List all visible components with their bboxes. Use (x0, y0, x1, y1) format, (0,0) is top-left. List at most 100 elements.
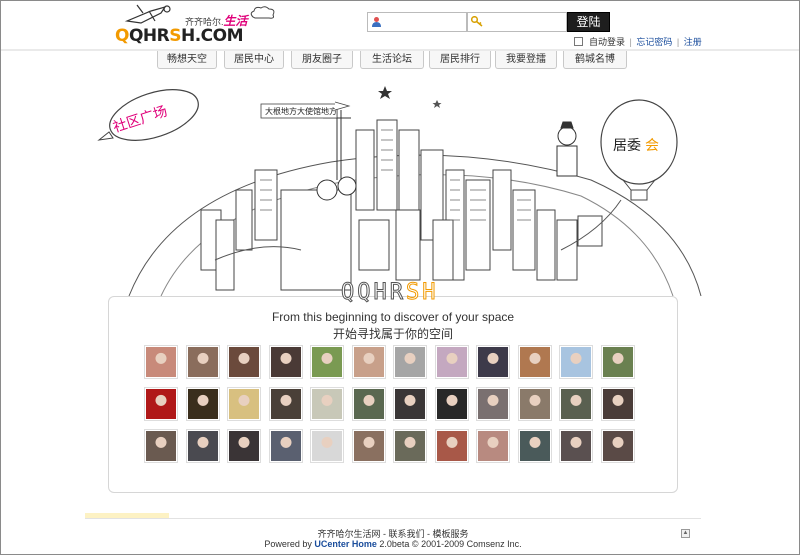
user-avatar[interactable] (476, 387, 510, 421)
avatar-image (229, 347, 259, 377)
separator: - (424, 529, 433, 539)
user-avatar[interactable] (185, 429, 220, 463)
user-avatar[interactable] (310, 429, 344, 463)
avatar-image (229, 389, 259, 419)
user-avatar[interactable] (351, 429, 386, 463)
login-button[interactable]: 登陆 (567, 12, 610, 32)
user-avatar[interactable] (559, 429, 593, 463)
user-avatar[interactable] (351, 387, 386, 421)
user-avatar[interactable] (517, 387, 552, 421)
user-avatar[interactable] (393, 429, 427, 463)
avatar-image (519, 389, 550, 419)
separator: | (676, 37, 680, 47)
up-arrow-icon[interactable]: ▲ (681, 529, 690, 538)
tab-arena[interactable]: 我要登擂 (495, 51, 557, 69)
logo-wordmark: QQHRSH.COM (115, 26, 244, 46)
avatar-image (353, 347, 384, 377)
balloon-label-accent: 会 (645, 138, 659, 154)
tab-forum[interactable]: 生活论坛 (360, 51, 424, 69)
cloud-icon (250, 6, 275, 19)
user-avatar[interactable] (144, 387, 178, 421)
avatar-image (229, 431, 259, 461)
avatar-image (478, 347, 508, 377)
avatar-image (353, 431, 384, 461)
avatar-image (561, 431, 591, 461)
auto-login-checkbox[interactable] (574, 37, 583, 46)
user-avatar[interactable] (268, 345, 303, 379)
avatar-image (187, 347, 218, 377)
user-avatar[interactable] (600, 429, 635, 463)
separator: | (629, 37, 632, 47)
user-avatar[interactable] (227, 345, 261, 379)
avatar-image (395, 389, 425, 419)
avatar-image (187, 431, 218, 461)
avatar-image (270, 431, 301, 461)
user-avatar[interactable] (434, 429, 469, 463)
user-avatar[interactable] (476, 429, 510, 463)
tab-friends[interactable]: 朋友圈子 (291, 51, 353, 69)
avatar-image (478, 431, 508, 461)
user-avatar[interactable] (351, 345, 386, 379)
avatar-image (353, 389, 384, 419)
avatar-image (436, 347, 467, 377)
forgot-password-link[interactable]: 忘记密码 (636, 37, 672, 47)
user-avatar[interactable] (600, 387, 635, 421)
user-avatar[interactable] (185, 387, 220, 421)
user-avatar[interactable] (434, 387, 469, 421)
user-avatar[interactable] (517, 345, 552, 379)
user-avatar[interactable] (144, 345, 178, 379)
user-avatar[interactable] (310, 345, 344, 379)
footer-divider (85, 518, 701, 519)
avatar-image (602, 389, 633, 419)
user-avatar[interactable] (268, 429, 303, 463)
avatar-image (270, 347, 301, 377)
user-avatar[interactable] (434, 345, 469, 379)
avatar-image (519, 431, 550, 461)
avatar-image (270, 389, 301, 419)
blimp-illustration: 社区广场 (97, 89, 199, 141)
site-logo[interactable]: 齐齐哈尔.生活 QQHRSH.COM (111, 4, 281, 47)
user-avatar[interactable] (393, 387, 427, 421)
user-avatar[interactable] (144, 429, 178, 463)
user-avatar[interactable] (476, 345, 510, 379)
city-illustration: 社区广场 大根地方大使馆地方 居委 会 (97, 86, 702, 297)
avatar-image (436, 389, 467, 419)
brand-wordmark: QQHRSH (341, 280, 439, 306)
tab-sky[interactable]: 畅想天空 (157, 51, 217, 69)
key-icon (471, 16, 483, 27)
footer-link-home[interactable]: 齐齐哈尔生活网 (317, 529, 380, 539)
auto-login-label: 自动登录 (589, 37, 626, 47)
tagline-cn: 开始寻找属于你的空间 (332, 327, 453, 341)
tab-ranking[interactable]: 居民排行 (429, 51, 491, 69)
avatar-image (395, 347, 425, 377)
ucenter-home-link[interactable]: UCenter Home (314, 539, 377, 549)
footer-link-templates[interactable]: 模板服务 (433, 529, 469, 539)
avatar-image (146, 347, 176, 377)
user-avatar[interactable] (185, 345, 220, 379)
username-input[interactable] (367, 12, 467, 32)
tab-resident-center[interactable]: 居民中心 (224, 51, 284, 69)
star-icon (378, 86, 392, 99)
embassy-sign: 大根地方大使馆地方 (260, 101, 351, 119)
user-avatar[interactable] (393, 345, 427, 379)
footer-link-contact[interactable]: 联系我们 (388, 529, 424, 539)
avatar-image (187, 389, 218, 419)
avatar-image (146, 389, 176, 419)
user-avatar[interactable] (268, 387, 303, 421)
user-avatar[interactable] (227, 429, 261, 463)
avatar-image (561, 389, 591, 419)
avatar-image (395, 431, 425, 461)
user-avatar[interactable] (600, 345, 635, 379)
svg-text:大根地方大使馆地方: 大根地方大使馆地方 (265, 106, 337, 116)
user-avatar[interactable] (517, 429, 552, 463)
tab-blogs[interactable]: 鹤城名博 (563, 51, 627, 69)
user-avatar[interactable] (227, 387, 261, 421)
user-avatar[interactable] (310, 387, 344, 421)
register-link[interactable]: 注册 (684, 37, 702, 47)
login-options: 自动登录 | 忘记密码 | 注册 (574, 35, 702, 48)
page-frame: 齐齐哈尔.生活 QQHRSH.COM 登陆 自动登录 | 忘记密码 | 注册 畅… (0, 0, 800, 555)
user-avatar[interactable] (559, 345, 593, 379)
avatar-image (561, 347, 591, 377)
user-avatar[interactable] (559, 387, 593, 421)
tagline-en: From this beginning to discover of your … (271, 310, 515, 324)
